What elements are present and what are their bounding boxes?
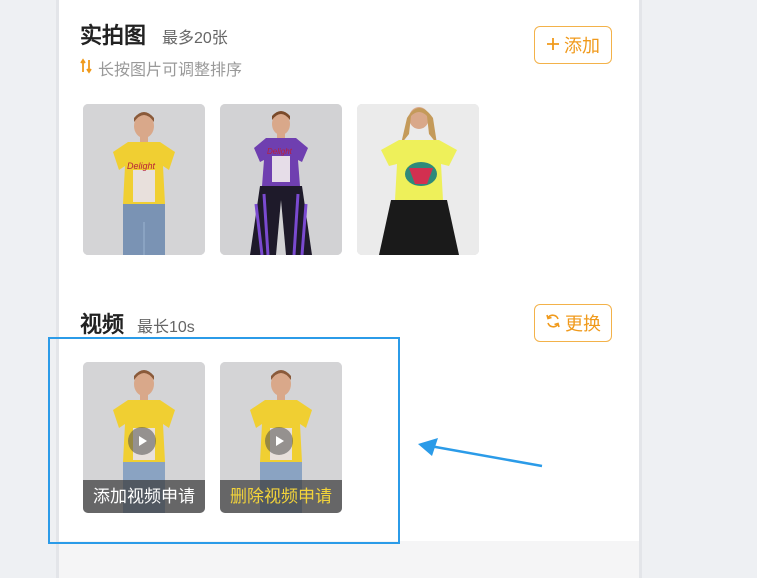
svg-text:Delight: Delight bbox=[267, 147, 293, 156]
photos-section-title: 实拍图 bbox=[80, 23, 147, 48]
video-section-title: 视频 bbox=[80, 312, 125, 337]
add-photo-label: 添加 bbox=[564, 36, 600, 56]
refresh-icon bbox=[545, 313, 561, 334]
photo-image-3 bbox=[357, 104, 479, 255]
photo-image-1: Delight bbox=[83, 104, 205, 255]
sort-arrows-icon bbox=[80, 57, 92, 79]
photo-thumbnail-1[interactable]: Delight bbox=[83, 104, 205, 255]
sort-hint: 长按图片可调整排序 bbox=[80, 56, 242, 80]
photo-thumbnail-3[interactable] bbox=[357, 104, 479, 255]
photo-thumbnail-2[interactable]: Delight bbox=[220, 104, 342, 255]
svg-text:Delight: Delight bbox=[127, 161, 156, 171]
plus-icon bbox=[546, 35, 560, 56]
sort-hint-text: 长按图片可调整排序 bbox=[98, 62, 243, 79]
photos-limit-hint: 最多20张 bbox=[162, 30, 228, 47]
highlight-box bbox=[48, 337, 400, 544]
card-footer-area bbox=[59, 541, 639, 578]
panel-right-edge bbox=[639, 0, 642, 578]
replace-video-label: 更换 bbox=[565, 314, 601, 334]
add-photo-button[interactable]: 添加 bbox=[534, 26, 612, 64]
video-limit-hint: 最长10s bbox=[137, 319, 195, 336]
photo-image-2: Delight bbox=[220, 104, 342, 255]
annotation-arrow-icon bbox=[418, 438, 543, 468]
replace-video-button[interactable]: 更换 bbox=[534, 304, 612, 342]
